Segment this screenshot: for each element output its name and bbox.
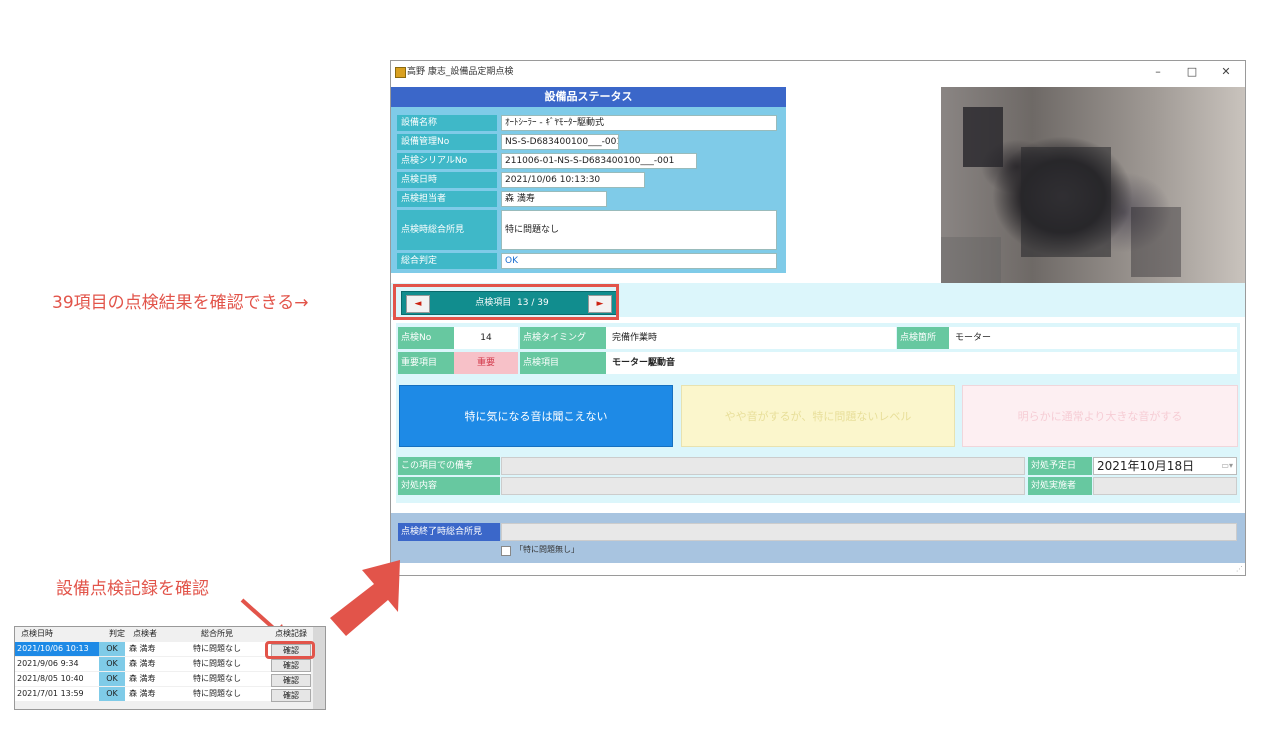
- important-label: 重要項目: [398, 352, 454, 374]
- title-bar: 高野 康志_設備品定期点検 – □ ✕: [391, 61, 1245, 83]
- table-scrollbar[interactable]: [313, 627, 325, 709]
- row-inspector: 森 満寿: [129, 644, 156, 653]
- overall-remark-label: 点検時総合所見: [397, 210, 497, 250]
- record-annotation: 設備点検記録を確認: [56, 579, 209, 599]
- action-person-label: 対処実施者: [1028, 477, 1092, 495]
- confirm-button[interactable]: 確認: [271, 689, 311, 702]
- timing-label: 点検タイミング: [520, 327, 606, 349]
- row-remark: 特に問題なし: [193, 644, 241, 653]
- finish-remark-label: 点検終了時総合所見: [398, 523, 500, 541]
- col-judge-header: 判定: [109, 629, 125, 638]
- row-judge: OK: [99, 642, 125, 656]
- resize-grip-icon[interactable]: ⋰: [1236, 565, 1243, 573]
- action-field[interactable]: [501, 477, 1025, 495]
- row-date: 2021/8/05 10:40: [17, 674, 84, 683]
- row-remark: 特に問題なし: [193, 674, 241, 683]
- col-date-header: 点検日時: [21, 629, 53, 638]
- pointer-arrow-icon: [330, 560, 400, 636]
- row-inspector: 森 満寿: [129, 689, 156, 698]
- col-inspector-header: 点検者: [133, 629, 157, 638]
- window-title: 高野 康志_設備品定期点検: [407, 67, 514, 77]
- row-inspector: 森 満寿: [129, 674, 156, 683]
- scheduled-date-picker[interactable]: 2021年10月18日 ▭▾: [1093, 457, 1237, 475]
- nav-highlight-box: [393, 284, 619, 320]
- col-remark-header: 総合所見: [201, 629, 233, 638]
- row-judge: OK: [99, 672, 125, 686]
- option-no-issue[interactable]: 特に気になる音は聞こえない: [399, 385, 673, 447]
- timing-value: 完備作業時: [606, 327, 896, 349]
- row-date: 2021/9/06 9:34: [17, 659, 79, 668]
- equipment-name-value: ｵｰﾄｼｰﾗｰ - ｷﾞﾔﾓｰﾀｰ駆動式: [501, 115, 777, 131]
- row-date: 2021/10/06 10:13: [15, 642, 101, 656]
- management-no-label: 設備管理No: [397, 134, 497, 150]
- row-judge: OK: [99, 687, 125, 701]
- equipment-name-label: 設備名称: [397, 115, 497, 131]
- minimize-button[interactable]: –: [1141, 61, 1175, 83]
- inspection-item-value: モーター駆動音: [606, 352, 1237, 374]
- status-header: 設備品ステータス: [391, 87, 786, 107]
- item-no-label: 点検No: [398, 327, 454, 349]
- important-value: 重要: [454, 352, 518, 374]
- inspector-value: 森 満寿: [501, 191, 607, 207]
- scheduled-date-label: 対処予定日: [1028, 457, 1092, 475]
- action-person-field[interactable]: [1093, 477, 1237, 495]
- status-panel: 設備品ステータス 設備名称 ｵｰﾄｼｰﾗｰ - ｷﾞﾔﾓｰﾀｰ駆動式 設備管理N…: [391, 87, 786, 273]
- inspection-record-table: 点検日時 判定 点検者 総合所見 点検記録 2021/10/06 10:13 O…: [14, 626, 326, 710]
- row-inspector: 森 満寿: [129, 659, 156, 668]
- inspection-datetime-value: 2021/10/06 10:13:30: [501, 172, 645, 188]
- no-issue-checkbox-label: 「特に問題無し」: [515, 545, 579, 554]
- option-loud-noise[interactable]: 明らかに通常より大きな音がする: [962, 385, 1238, 447]
- scheduled-date-value: 2021年10月18日: [1097, 459, 1195, 473]
- equipment-photo: [941, 87, 1245, 315]
- row-judge: OK: [99, 657, 125, 671]
- no-issue-checkbox[interactable]: [501, 546, 511, 556]
- confirm-button[interactable]: 確認: [271, 674, 311, 687]
- action-label: 対処内容: [398, 477, 500, 495]
- confirm-highlight-box: [265, 641, 315, 659]
- inspection-datetime-label: 点検日時: [397, 172, 497, 188]
- col-record-header: 点検記録: [275, 629, 307, 638]
- overall-remark-value: 特に問題なし: [501, 210, 777, 250]
- nav-annotation: 39項目の点検結果を確認できる→: [52, 293, 309, 313]
- location-value: モーター: [949, 327, 1237, 349]
- app-icon: [395, 67, 406, 78]
- management-no-value: NS-S-D683400100___-001: [501, 134, 619, 150]
- overall-judgement-value: OK: [501, 253, 777, 269]
- inspection-item-label: 点検項目: [520, 352, 606, 374]
- location-label: 点検箇所: [897, 327, 949, 349]
- item-no-value: 14: [454, 327, 518, 349]
- row-remark: 特に問題なし: [193, 689, 241, 698]
- inspection-window: 高野 康志_設備品定期点検 – □ ✕ 設備品ステータス 設備名称 ｵｰﾄｼｰﾗ…: [390, 60, 1246, 576]
- close-button[interactable]: ✕: [1209, 61, 1243, 83]
- inspector-label: 点検担当者: [397, 191, 497, 207]
- remark-field[interactable]: [501, 457, 1025, 475]
- confirm-button[interactable]: 確認: [271, 659, 311, 672]
- maximize-button[interactable]: □: [1175, 61, 1209, 83]
- remark-label: この項目での備考: [398, 457, 500, 475]
- row-remark: 特に問題なし: [193, 659, 241, 668]
- calendar-dropdown-icon[interactable]: ▭▾: [1221, 458, 1233, 474]
- finish-remark-field[interactable]: [501, 523, 1237, 541]
- serial-no-value: 211006-01-NS-S-D683400100___-001: [501, 153, 697, 169]
- option-minor-noise[interactable]: やや音がするが、特に問題ないレベル: [681, 385, 955, 447]
- row-date: 2021/7/01 13:59: [17, 689, 84, 698]
- serial-no-label: 点検シリアルNo: [397, 153, 497, 169]
- overall-judgement-label: 総合判定: [397, 253, 497, 269]
